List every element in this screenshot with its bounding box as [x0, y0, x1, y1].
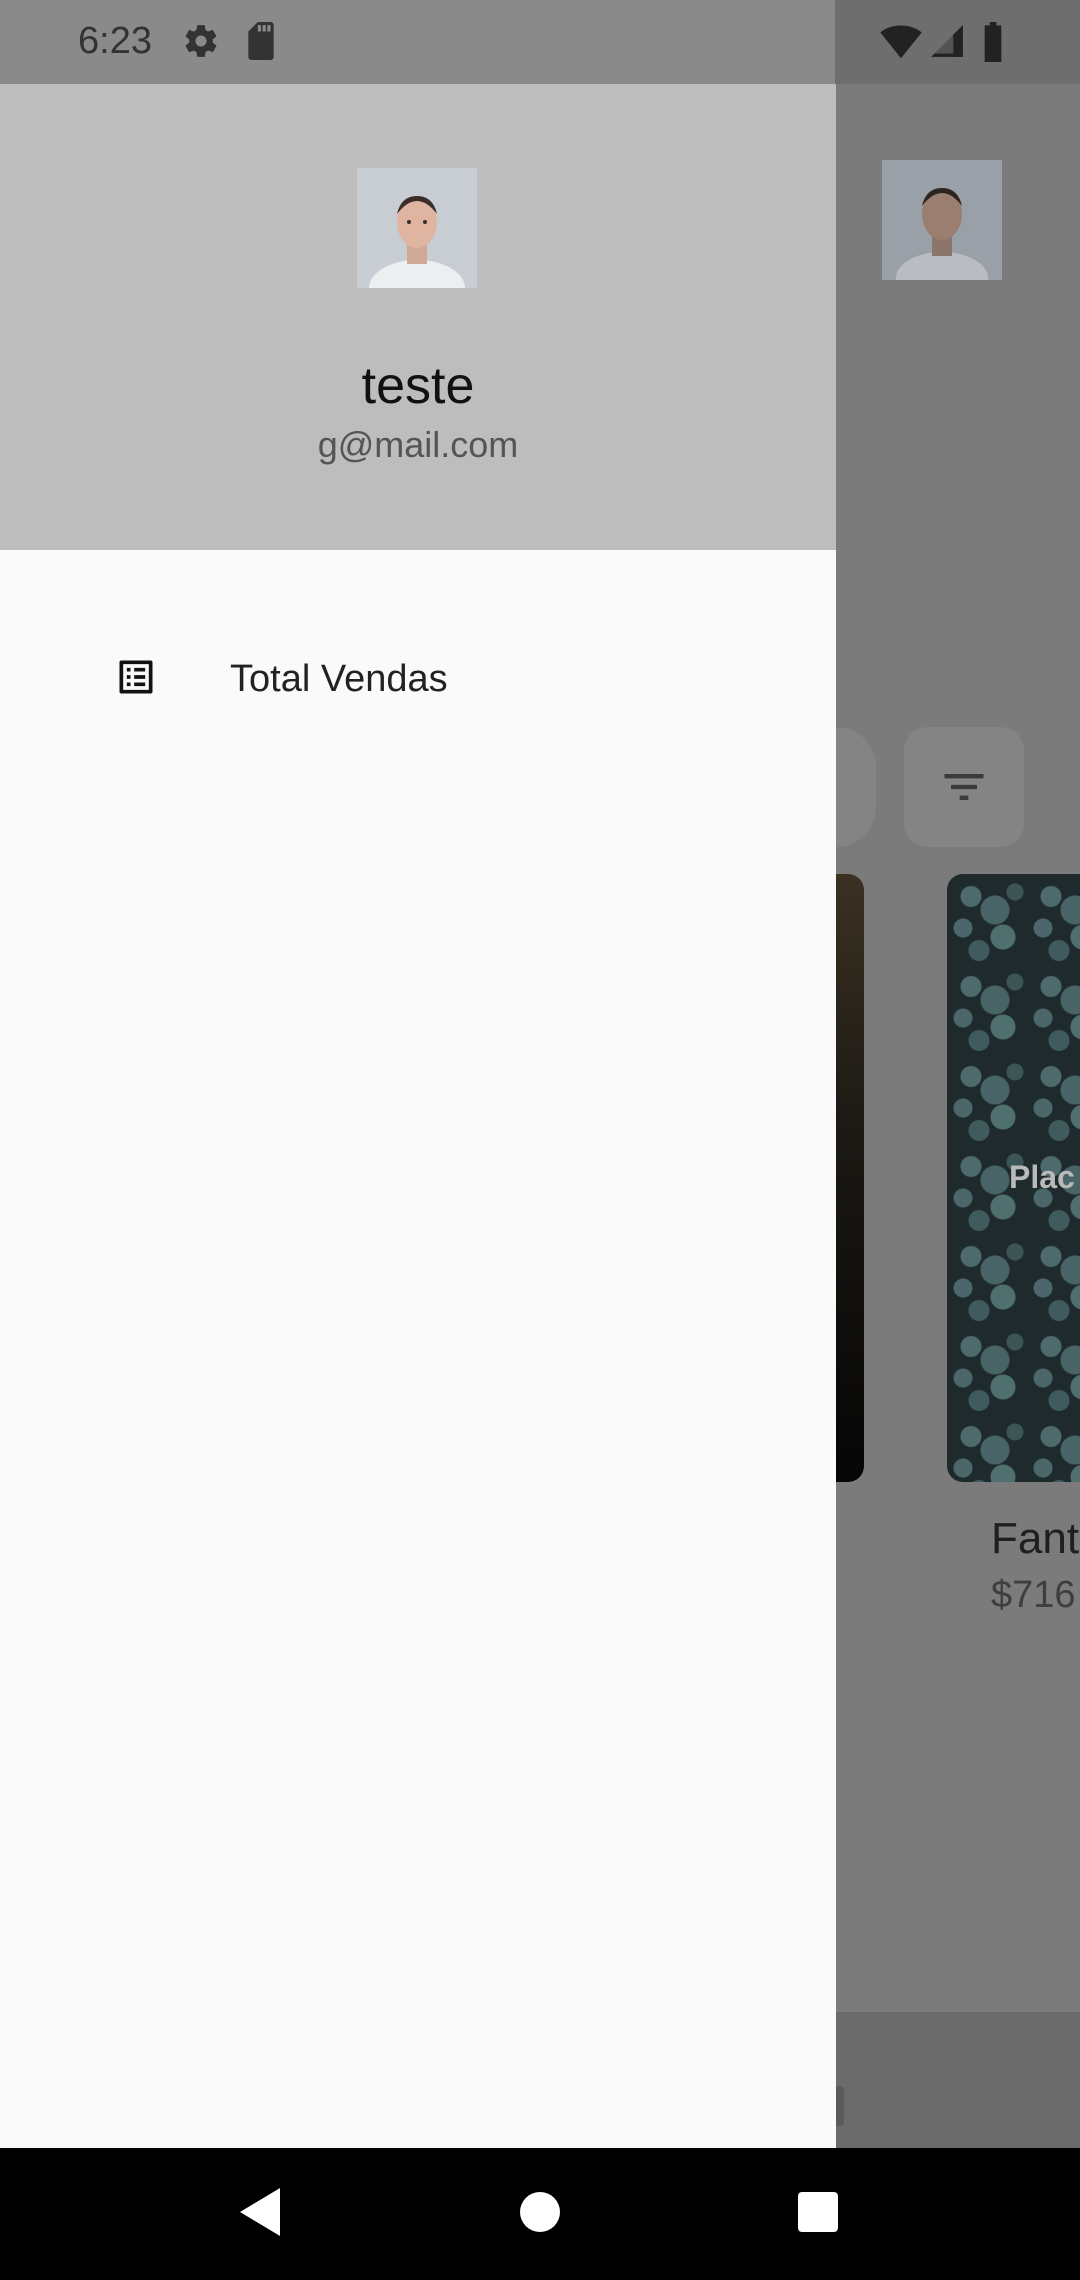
status-time: 6:23	[78, 20, 152, 62]
system-nav-bar	[0, 2148, 1080, 2280]
chip-partial	[836, 727, 876, 847]
settings-icon	[182, 22, 220, 65]
wifi-icon	[880, 22, 922, 65]
product-card-image-partial	[836, 874, 864, 1482]
background-app-content: Plac Fant $716	[836, 84, 1080, 2148]
user-email: g@mail.com	[317, 424, 519, 465]
list-alt-icon	[114, 655, 158, 704]
bottom-bar	[836, 2012, 1080, 2148]
home-icon[interactable]	[518, 2184, 562, 2245]
recents-icon[interactable]	[796, 2184, 840, 2245]
bottom-bar-handle	[836, 2086, 844, 2126]
card-placeholder-text: Plac	[1009, 1159, 1075, 1195]
user-name: teste	[361, 357, 475, 415]
menu-item-label: Total Vendas	[230, 658, 448, 700]
signal-icon	[928, 22, 966, 65]
menu-item-total-vendas[interactable]: Total Vendas	[0, 614, 836, 744]
avatar	[882, 160, 1002, 280]
back-icon[interactable]	[236, 2184, 284, 2245]
product-card-image[interactable]: Plac	[947, 874, 1080, 1482]
navigation-drawer: teste g@mail.com Total Vendas	[0, 84, 836, 2148]
product-title: Fant	[991, 1514, 1080, 1563]
user-avatar	[357, 168, 477, 288]
drawer-header: teste g@mail.com	[0, 84, 836, 550]
filter-button[interactable]	[904, 727, 1024, 847]
sd-card-icon	[244, 22, 278, 65]
battery-icon	[982, 22, 1004, 67]
product-price: $716	[991, 1574, 1076, 1616]
status-bar: 6:23	[0, 0, 1080, 84]
